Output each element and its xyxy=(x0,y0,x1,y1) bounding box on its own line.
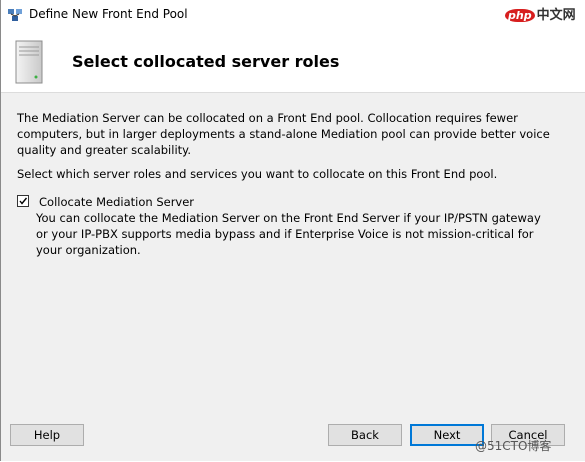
collocate-mediation-label[interactable]: Collocate Mediation Server xyxy=(39,194,194,210)
server-icon xyxy=(15,40,43,84)
watermark-top: php 中文网 xyxy=(505,4,576,23)
wizard-header: Select collocated server roles xyxy=(1,30,585,93)
checkmark-icon xyxy=(19,197,28,205)
watermark-brand: php xyxy=(505,9,535,22)
topology-builder-app-icon xyxy=(7,7,23,23)
intro-text: The Mediation Server can be collocated o… xyxy=(17,111,550,157)
window-title: Define New Front End Pool xyxy=(29,7,188,21)
wizard-window: Define New Front End Pool php 中文网 Select… xyxy=(0,0,585,461)
option-description: You can collocate the Mediation Server o… xyxy=(36,211,541,257)
instruction-text: Select which server roles and services y… xyxy=(17,167,498,181)
next-button[interactable]: Next xyxy=(410,424,484,446)
content-area: The Mediation Server can be collocated o… xyxy=(1,93,585,461)
watermark-text: 中文网 xyxy=(536,8,576,23)
page-title: Select collocated server roles xyxy=(72,52,340,71)
back-button[interactable]: Back xyxy=(328,424,402,446)
watermark-bottom: @51CTO博客 xyxy=(475,439,552,453)
help-button[interactable]: Help xyxy=(10,424,84,446)
collocate-mediation-checkbox[interactable] xyxy=(17,195,29,207)
title-bar: Define New Front End Pool php 中文网 xyxy=(1,0,585,30)
